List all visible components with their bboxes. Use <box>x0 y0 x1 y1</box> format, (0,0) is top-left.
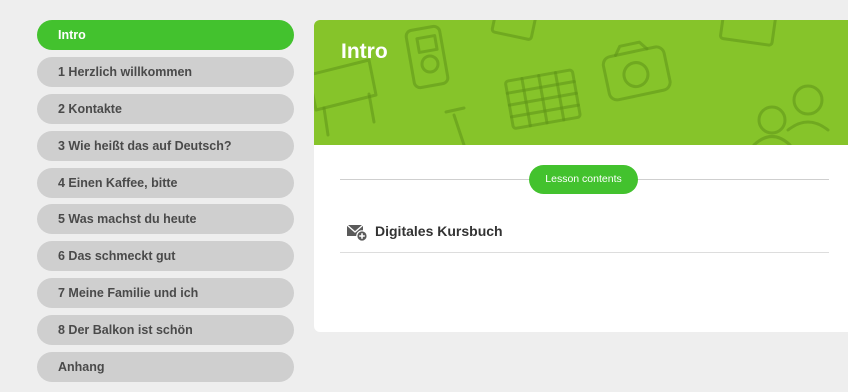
sidebar-item-kontakte[interactable]: 2 Kontakte <box>37 93 294 124</box>
lesson-card: Intro Lesson contents Digitales Kursbuch <box>314 20 848 332</box>
lesson-contents-header: Lesson contents <box>340 165 829 195</box>
sidebar-item-was-machst-du[interactable]: 5 Was machst du heute <box>37 204 294 235</box>
sidebar-item-das-schmeckt-gut[interactable]: 6 Das schmeckt gut <box>37 241 294 272</box>
page: Intro 1 Herzlich willkommen 2 Kontakte 3… <box>0 0 848 392</box>
banner: Intro <box>314 20 848 145</box>
sidebar-item-anhang[interactable]: Anhang <box>37 352 294 383</box>
sidebar-nav: Intro 1 Herzlich willkommen 2 Kontakte 3… <box>37 20 294 389</box>
envelope-plus-icon <box>346 224 368 242</box>
banner-pattern-icon <box>314 20 830 145</box>
sidebar-item-einen-kaffee[interactable]: 4 Einen Kaffee, bitte <box>37 167 294 198</box>
page-title: Intro <box>341 40 388 63</box>
lesson-contents-button[interactable]: Lesson contents <box>529 165 638 194</box>
list-item-digitales-kursbuch[interactable]: Digitales Kursbuch <box>340 210 829 253</box>
sidebar-item-wie-heisst-das[interactable]: 3 Wie heißt das auf Deutsch? <box>37 130 294 161</box>
list-item-label: Digitales Kursbuch <box>375 223 503 239</box>
sidebar-item-der-balkon[interactable]: 8 Der Balkon ist schön <box>37 315 294 346</box>
sidebar-item-intro[interactable]: Intro <box>37 20 294 50</box>
sidebar-item-herzlich-willkommen[interactable]: 1 Herzlich willkommen <box>37 56 294 87</box>
sidebar-item-meine-familie[interactable]: 7 Meine Familie und ich <box>37 278 294 309</box>
